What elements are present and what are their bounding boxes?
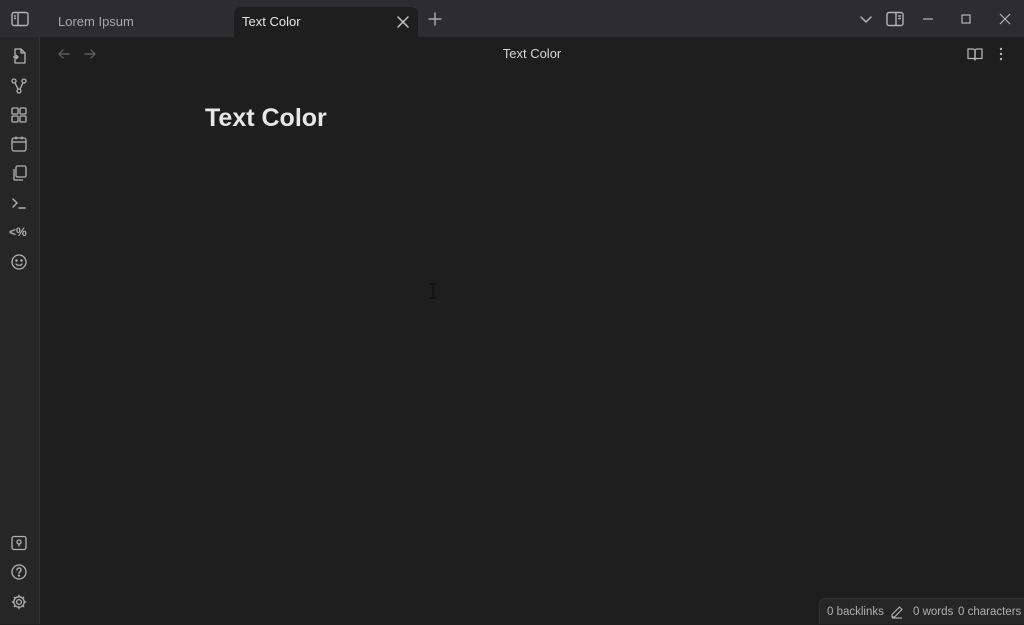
tab-label: Lorem Ipsum xyxy=(58,14,134,29)
canvas-icon[interactable] xyxy=(10,106,28,124)
plus-icon[interactable] xyxy=(427,11,443,27)
chevron-down-icon[interactable] xyxy=(856,9,876,29)
book-open-icon[interactable] xyxy=(966,45,984,63)
gear-icon[interactable] xyxy=(10,593,28,611)
note-title[interactable]: Text Color xyxy=(205,101,327,135)
left-ribbon: <% xyxy=(0,37,40,624)
tab-label: Text Color xyxy=(242,14,301,29)
copy-icon[interactable] xyxy=(10,164,28,182)
vault-icon[interactable] xyxy=(10,534,28,552)
title-bar: Lorem Ipsum Text Color xyxy=(0,0,1024,37)
calendar-icon[interactable] xyxy=(10,135,28,153)
graph-view-icon[interactable] xyxy=(10,77,28,95)
minimize-icon[interactable] xyxy=(918,9,938,29)
tab-text-color[interactable]: Text Color xyxy=(234,7,418,37)
text-cursor-icon xyxy=(427,282,439,300)
word-count: 0 words xyxy=(913,606,954,618)
backlinks-count[interactable]: 0 backlinks xyxy=(827,599,884,625)
status-bar: 0 backlinks 0 words 0 characters xyxy=(819,598,1024,624)
open-quick-switcher-icon[interactable] xyxy=(10,47,28,65)
terminal-icon[interactable] xyxy=(10,194,28,212)
help-icon[interactable] xyxy=(10,563,28,581)
templater-icon[interactable]: <% xyxy=(9,223,31,241)
sidebar-toggle-icon[interactable] xyxy=(10,9,30,29)
close-window-icon[interactable] xyxy=(995,9,1015,29)
emoji-icon[interactable] xyxy=(10,253,28,271)
forward-arrow-icon[interactable] xyxy=(82,46,98,62)
close-icon[interactable] xyxy=(396,15,410,29)
maximize-icon[interactable] xyxy=(956,9,976,29)
pencil-icon[interactable] xyxy=(890,605,904,619)
tab-lorem-ipsum[interactable]: Lorem Ipsum xyxy=(50,7,232,37)
sidebar-right-icon[interactable] xyxy=(885,9,905,29)
character-count: 0 characters xyxy=(958,606,1022,618)
view-header-title[interactable]: Text Color xyxy=(432,45,632,63)
more-vertical-icon[interactable] xyxy=(992,45,1010,63)
back-arrow-icon[interactable] xyxy=(56,46,72,62)
